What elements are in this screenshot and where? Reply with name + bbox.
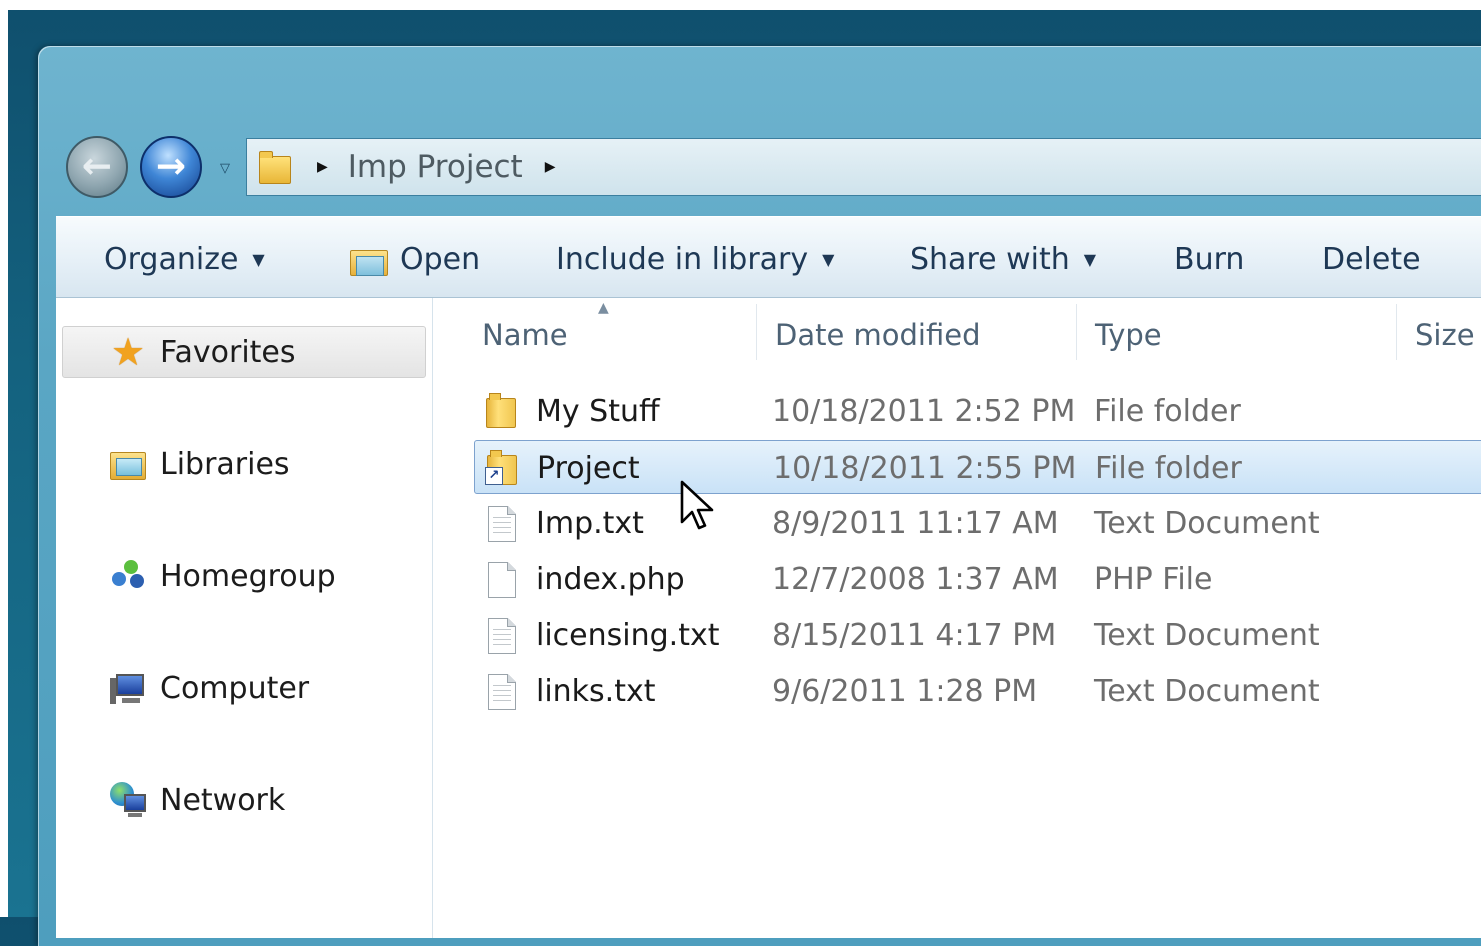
delete-button[interactable]: Delete (1322, 239, 1421, 279)
file-date: 10/18/2011 2:55 PM (773, 450, 1077, 486)
sort-ascending-icon: ▲ (598, 300, 609, 316)
file-row-index-php[interactable]: index.php 12/7/2008 1:37 AM PHP File (474, 552, 1481, 606)
column-divider[interactable] (1396, 304, 1397, 360)
file-name: links.txt (536, 673, 656, 709)
nav-item-label: Network (160, 782, 286, 818)
file-name: Imp.txt (536, 505, 644, 541)
file-name: My Stuff (536, 393, 660, 429)
desktop-edge-left (0, 0, 8, 917)
folder-icon (257, 150, 291, 184)
file-date: 10/18/2011 2:52 PM (772, 393, 1076, 429)
command-bar: Organize ▼ Open Include in library ▼ Sha… (56, 216, 1481, 298)
file-name: licensing.txt (536, 617, 720, 653)
file-type: File folder (1095, 450, 1242, 486)
breadcrumb-arrow-icon[interactable]: ▶ (545, 159, 556, 175)
content-area: ★ Favorites Libraries Homegroup Computer… (56, 298, 1481, 938)
file-row-links-txt[interactable]: links.txt 9/6/2011 1:28 PM Text Document (474, 664, 1481, 718)
folder-shortcut-icon: ↗ (485, 449, 521, 487)
file-date: 9/6/2011 1:28 PM (772, 673, 1038, 709)
nav-item-label: Homegroup (160, 558, 336, 594)
nav-item-network[interactable]: Network (108, 778, 285, 822)
open-label: Open (400, 241, 481, 277)
back-button[interactable]: ← (66, 136, 128, 198)
mouse-cursor-icon (680, 480, 714, 530)
nav-item-libraries[interactable]: Libraries (108, 442, 290, 486)
share-with-button[interactable]: Share with ▼ (910, 239, 1096, 279)
homegroup-icon (108, 556, 148, 596)
chevron-down-icon: ▼ (252, 249, 265, 269)
chevron-down-icon: ▽ (220, 160, 230, 176)
open-button[interactable]: Open (348, 239, 480, 279)
file-type: File folder (1094, 393, 1241, 429)
file-date: 8/15/2011 4:17 PM (772, 617, 1057, 653)
file-name: index.php (536, 561, 685, 597)
file-name: Project (537, 450, 640, 486)
column-header-date-modified[interactable]: Date modified (775, 312, 981, 358)
nav-item-label: Libraries (160, 446, 290, 482)
star-icon: ★ (110, 330, 146, 374)
delete-label: Delete (1322, 241, 1421, 277)
file-row-my-stuff[interactable]: My Stuff 10/18/2011 2:52 PM File folder (474, 384, 1481, 438)
nav-item-computer[interactable]: Computer (108, 666, 309, 710)
back-arrow-icon: ← (81, 146, 113, 187)
share-with-label: Share with (910, 241, 1070, 277)
text-file-icon (484, 672, 520, 710)
nav-item-label: Computer (160, 670, 310, 706)
nav-item-favorites[interactable]: ★ Favorites (108, 330, 296, 374)
breadcrumb-imp-project[interactable]: Imp Project (348, 149, 523, 185)
breadcrumb-arrow-icon[interactable]: ▶ (317, 159, 328, 175)
desktop-edge (0, 0, 1481, 10)
libraries-icon (108, 444, 148, 484)
recent-pages-dropdown[interactable]: ▽ (214, 158, 236, 178)
chevron-down-icon: ▼ (1083, 249, 1097, 269)
column-divider[interactable] (756, 304, 757, 360)
include-in-library-label: Include in library (556, 241, 809, 277)
text-file-icon (484, 616, 520, 654)
organize-button[interactable]: Organize ▼ (104, 239, 265, 279)
file-list: ▲ Name Date modified Type Size My Stuff … (432, 298, 1481, 938)
file-row-project[interactable]: ↗ Project 10/18/2011 2:55 PM File folder (474, 440, 1481, 494)
file-row-licensing-txt[interactable]: licensing.txt 8/15/2011 4:17 PM Text Doc… (474, 608, 1481, 662)
column-divider[interactable] (1076, 304, 1077, 360)
file-type: Text Document (1094, 617, 1320, 653)
nav-item-homegroup[interactable]: Homegroup (108, 554, 336, 598)
folder-icon (484, 392, 520, 430)
file-date: 12/7/2008 1:37 AM (772, 561, 1059, 597)
column-header-size[interactable]: Size (1415, 312, 1475, 358)
chevron-down-icon: ▼ (822, 249, 835, 269)
navigation-pane: ★ Favorites Libraries Homegroup Computer… (56, 298, 433, 938)
burn-label: Burn (1174, 241, 1245, 277)
network-icon (108, 780, 148, 820)
computer-icon (108, 668, 148, 708)
file-type: Text Document (1094, 673, 1320, 709)
include-in-library-button[interactable]: Include in library ▼ (556, 239, 834, 279)
organize-label: Organize (104, 241, 239, 277)
open-folder-icon (348, 242, 388, 276)
file-row-imp-txt[interactable]: Imp.txt 8/9/2011 11:17 AM Text Document (474, 496, 1481, 550)
file-icon (484, 560, 520, 598)
text-file-icon (484, 504, 520, 542)
forward-arrow-icon: → (155, 146, 187, 187)
burn-button[interactable]: Burn (1174, 239, 1244, 279)
file-type: Text Document (1094, 505, 1320, 541)
file-date: 8/9/2011 11:17 AM (772, 505, 1059, 541)
column-header-type[interactable]: Type (1095, 312, 1162, 358)
nav-item-label: Favorites (160, 334, 296, 370)
column-header-name[interactable]: Name (482, 312, 568, 358)
file-type: PHP File (1094, 561, 1213, 597)
address-bar[interactable]: ▶ Imp Project ▶ (246, 138, 1481, 196)
forward-button[interactable]: → (140, 136, 202, 198)
